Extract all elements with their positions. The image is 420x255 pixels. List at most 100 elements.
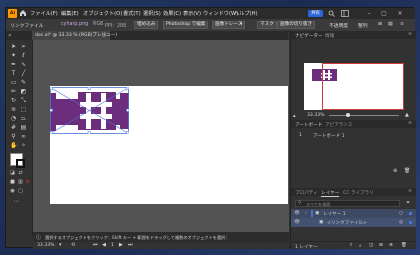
- lasso-icon[interactable]: ℓ: [20, 52, 27, 59]
- pen-icon[interactable]: ✒: [10, 61, 17, 68]
- layers-search-field[interactable]: ⚲ すべてを検索: [295, 200, 400, 207]
- linked-file-name[interactable]: cyharp.png: [61, 22, 88, 27]
- menu-select[interactable]: 選択(S): [143, 10, 161, 17]
- close-tab-icon[interactable]: ×: [103, 31, 107, 40]
- zoom-dropdown-icon[interactable]: ▾: [59, 242, 62, 248]
- search-icon[interactable]: [328, 10, 335, 17]
- first-artboard-icon[interactable]: ⏮: [93, 242, 98, 248]
- prev-artboard-icon[interactable]: ◀: [102, 242, 106, 248]
- minimize-icon[interactable]: –: [362, 8, 376, 19]
- stroke-color-swatch[interactable]: [16, 159, 25, 168]
- tab-cc-libraries[interactable]: CC ライブラリ: [343, 190, 374, 196]
- blend-icon[interactable]: ∞: [20, 133, 27, 140]
- color-mode-icon[interactable]: ■: [9, 179, 16, 186]
- mesh-icon[interactable]: #: [10, 124, 17, 131]
- delete-artboard-icon[interactable]: 🗑: [404, 168, 410, 174]
- magic-wand-icon[interactable]: ✦: [10, 52, 17, 59]
- menu-help[interactable]: ヘルプ(H): [234, 10, 258, 17]
- none-mode-icon[interactable]: ⊘: [24, 179, 31, 186]
- eyedropper-icon[interactable]: ⚲: [10, 133, 17, 140]
- default-colors-icon[interactable]: ◪: [9, 170, 16, 177]
- canvas-area[interactable]: [33, 40, 289, 232]
- type-icon[interactable]: T: [10, 70, 17, 77]
- transform-icon[interactable]: ⊞: [378, 22, 382, 27]
- eraser-icon[interactable]: ◩: [20, 88, 27, 95]
- edit-in-photoshop-button[interactable]: Photoshop で編集: [163, 21, 209, 29]
- export-icon[interactable]: ⇪: [349, 243, 353, 248]
- shape-builder-icon[interactable]: ◔: [10, 115, 17, 122]
- draw-mode-icon[interactable]: ◉: [9, 188, 16, 195]
- navigator-zoom-thumb[interactable]: [346, 113, 350, 117]
- zoom-icon[interactable]: ⚬: [20, 142, 27, 149]
- rotate-view-icon[interactable]: ⟲: [71, 242, 75, 248]
- mask-button[interactable]: マスク: [257, 21, 277, 29]
- tab-info[interactable]: 情報: [325, 33, 334, 39]
- width-icon[interactable]: ≋: [10, 106, 17, 113]
- delete-layer-icon[interactable]: 🗑: [401, 243, 407, 248]
- tab-navigator[interactable]: ナビゲーター: [295, 33, 323, 39]
- image-trace-dropdown-icon[interactable]: ▾: [240, 22, 242, 27]
- menu-type[interactable]: 書式(T): [123, 10, 141, 17]
- scale-icon[interactable]: ⤡: [20, 97, 27, 104]
- menu-file[interactable]: ファイル(F): [30, 10, 58, 17]
- home-icon[interactable]: [19, 9, 27, 17]
- selection-indicator[interactable]: [409, 221, 412, 224]
- sublayer-name[interactable]: <リンクファイル>: [327, 220, 367, 226]
- tab-layers[interactable]: レイヤー: [321, 190, 340, 197]
- menu-edit[interactable]: 編集(E): [61, 10, 79, 17]
- menu-object[interactable]: オブジェクト(O): [83, 10, 122, 17]
- target-circle-icon[interactable]: ○: [399, 211, 403, 216]
- zoom-out-icon[interactable]: ▴: [293, 113, 296, 119]
- clipping-mask-icon[interactable]: ◫: [369, 243, 373, 248]
- new-sublayer-icon[interactable]: ⊞: [379, 243, 383, 248]
- visibility-eye-icon[interactable]: 👁: [294, 211, 300, 216]
- share-button[interactable]: 共有: [308, 10, 323, 17]
- pencil-icon[interactable]: ✏: [10, 88, 17, 95]
- document-tab[interactable]: doc.ai* @ 33.33 % (RGB/プレビュー) ×: [32, 31, 117, 40]
- tab-properties[interactable]: プロパティ: [295, 190, 318, 196]
- sublayer-row[interactable]: 👁 ▣ <リンクファイル> ◎: [291, 218, 416, 227]
- navigator-menu-icon[interactable]: ≡: [408, 32, 412, 37]
- workspace-switcher-icon[interactable]: [341, 10, 349, 17]
- visibility-eye-icon[interactable]: 👁: [294, 220, 300, 225]
- line-icon[interactable]: ╱: [20, 70, 27, 77]
- layer-name[interactable]: レイヤー 1: [323, 211, 346, 217]
- panel-menu-icon[interactable]: ≡: [400, 22, 404, 27]
- collapse-toolbar-icon[interactable]: »: [8, 32, 12, 39]
- layer-row[interactable]: 👁 › ▣ レイヤー 1 ○: [291, 209, 416, 218]
- artboard-number[interactable]: 1: [111, 243, 114, 248]
- tab-artboards[interactable]: アートボード: [295, 122, 322, 128]
- navigator-zoom-slider[interactable]: [329, 115, 399, 116]
- placed-linked-image[interactable]: [50, 87, 129, 134]
- expand-chevron-icon[interactable]: ›: [305, 211, 307, 216]
- edit-toolbar-icon[interactable]: ⋯: [13, 198, 20, 205]
- next-artboard-icon[interactable]: ▶: [119, 242, 123, 248]
- rectangle-icon[interactable]: ▭: [10, 79, 17, 86]
- maximize-icon[interactable]: ▢: [377, 8, 391, 19]
- paintbrush-icon[interactable]: ✎: [20, 79, 27, 86]
- rotate-icon[interactable]: ↻: [10, 97, 17, 104]
- zoom-in-icon[interactable]: ▲: [405, 112, 409, 118]
- new-artboard-icon[interactable]: ⊕: [393, 168, 397, 174]
- artboards-menu-icon[interactable]: ≡: [408, 121, 412, 126]
- locate-object-icon[interactable]: ⌕: [359, 243, 362, 249]
- opacity-label[interactable]: 不透明度: [329, 22, 348, 29]
- selection-arrow-icon[interactable]: ➤: [10, 43, 17, 50]
- tab-appearance[interactable]: アピアランス: [325, 122, 352, 128]
- layers-menu-icon[interactable]: ≡: [408, 189, 412, 194]
- close-icon[interactable]: ×: [393, 8, 407, 19]
- perspective-icon[interactable]: ⏢: [20, 115, 27, 122]
- menu-effect[interactable]: 効果(C): [163, 10, 181, 17]
- gradient-mode-icon[interactable]: ▥: [17, 179, 24, 186]
- navigator-view-box[interactable]: [322, 63, 404, 110]
- menu-view[interactable]: 表示(V): [183, 10, 201, 17]
- free-transform-icon[interactable]: ⬚: [20, 106, 27, 113]
- navigator-zoom[interactable]: 33.33%: [307, 113, 325, 118]
- curvature-icon[interactable]: ∿: [20, 61, 27, 68]
- target-circle-icon[interactable]: ◎: [399, 220, 403, 225]
- hand-icon[interactable]: ✋: [10, 142, 17, 149]
- filter-icon[interactable]: ⏷: [406, 200, 410, 206]
- new-layer-icon[interactable]: ⊕: [389, 243, 393, 248]
- zoom-level[interactable]: 33.33%: [37, 243, 55, 248]
- arrange-icon[interactable]: ▤: [388, 22, 393, 27]
